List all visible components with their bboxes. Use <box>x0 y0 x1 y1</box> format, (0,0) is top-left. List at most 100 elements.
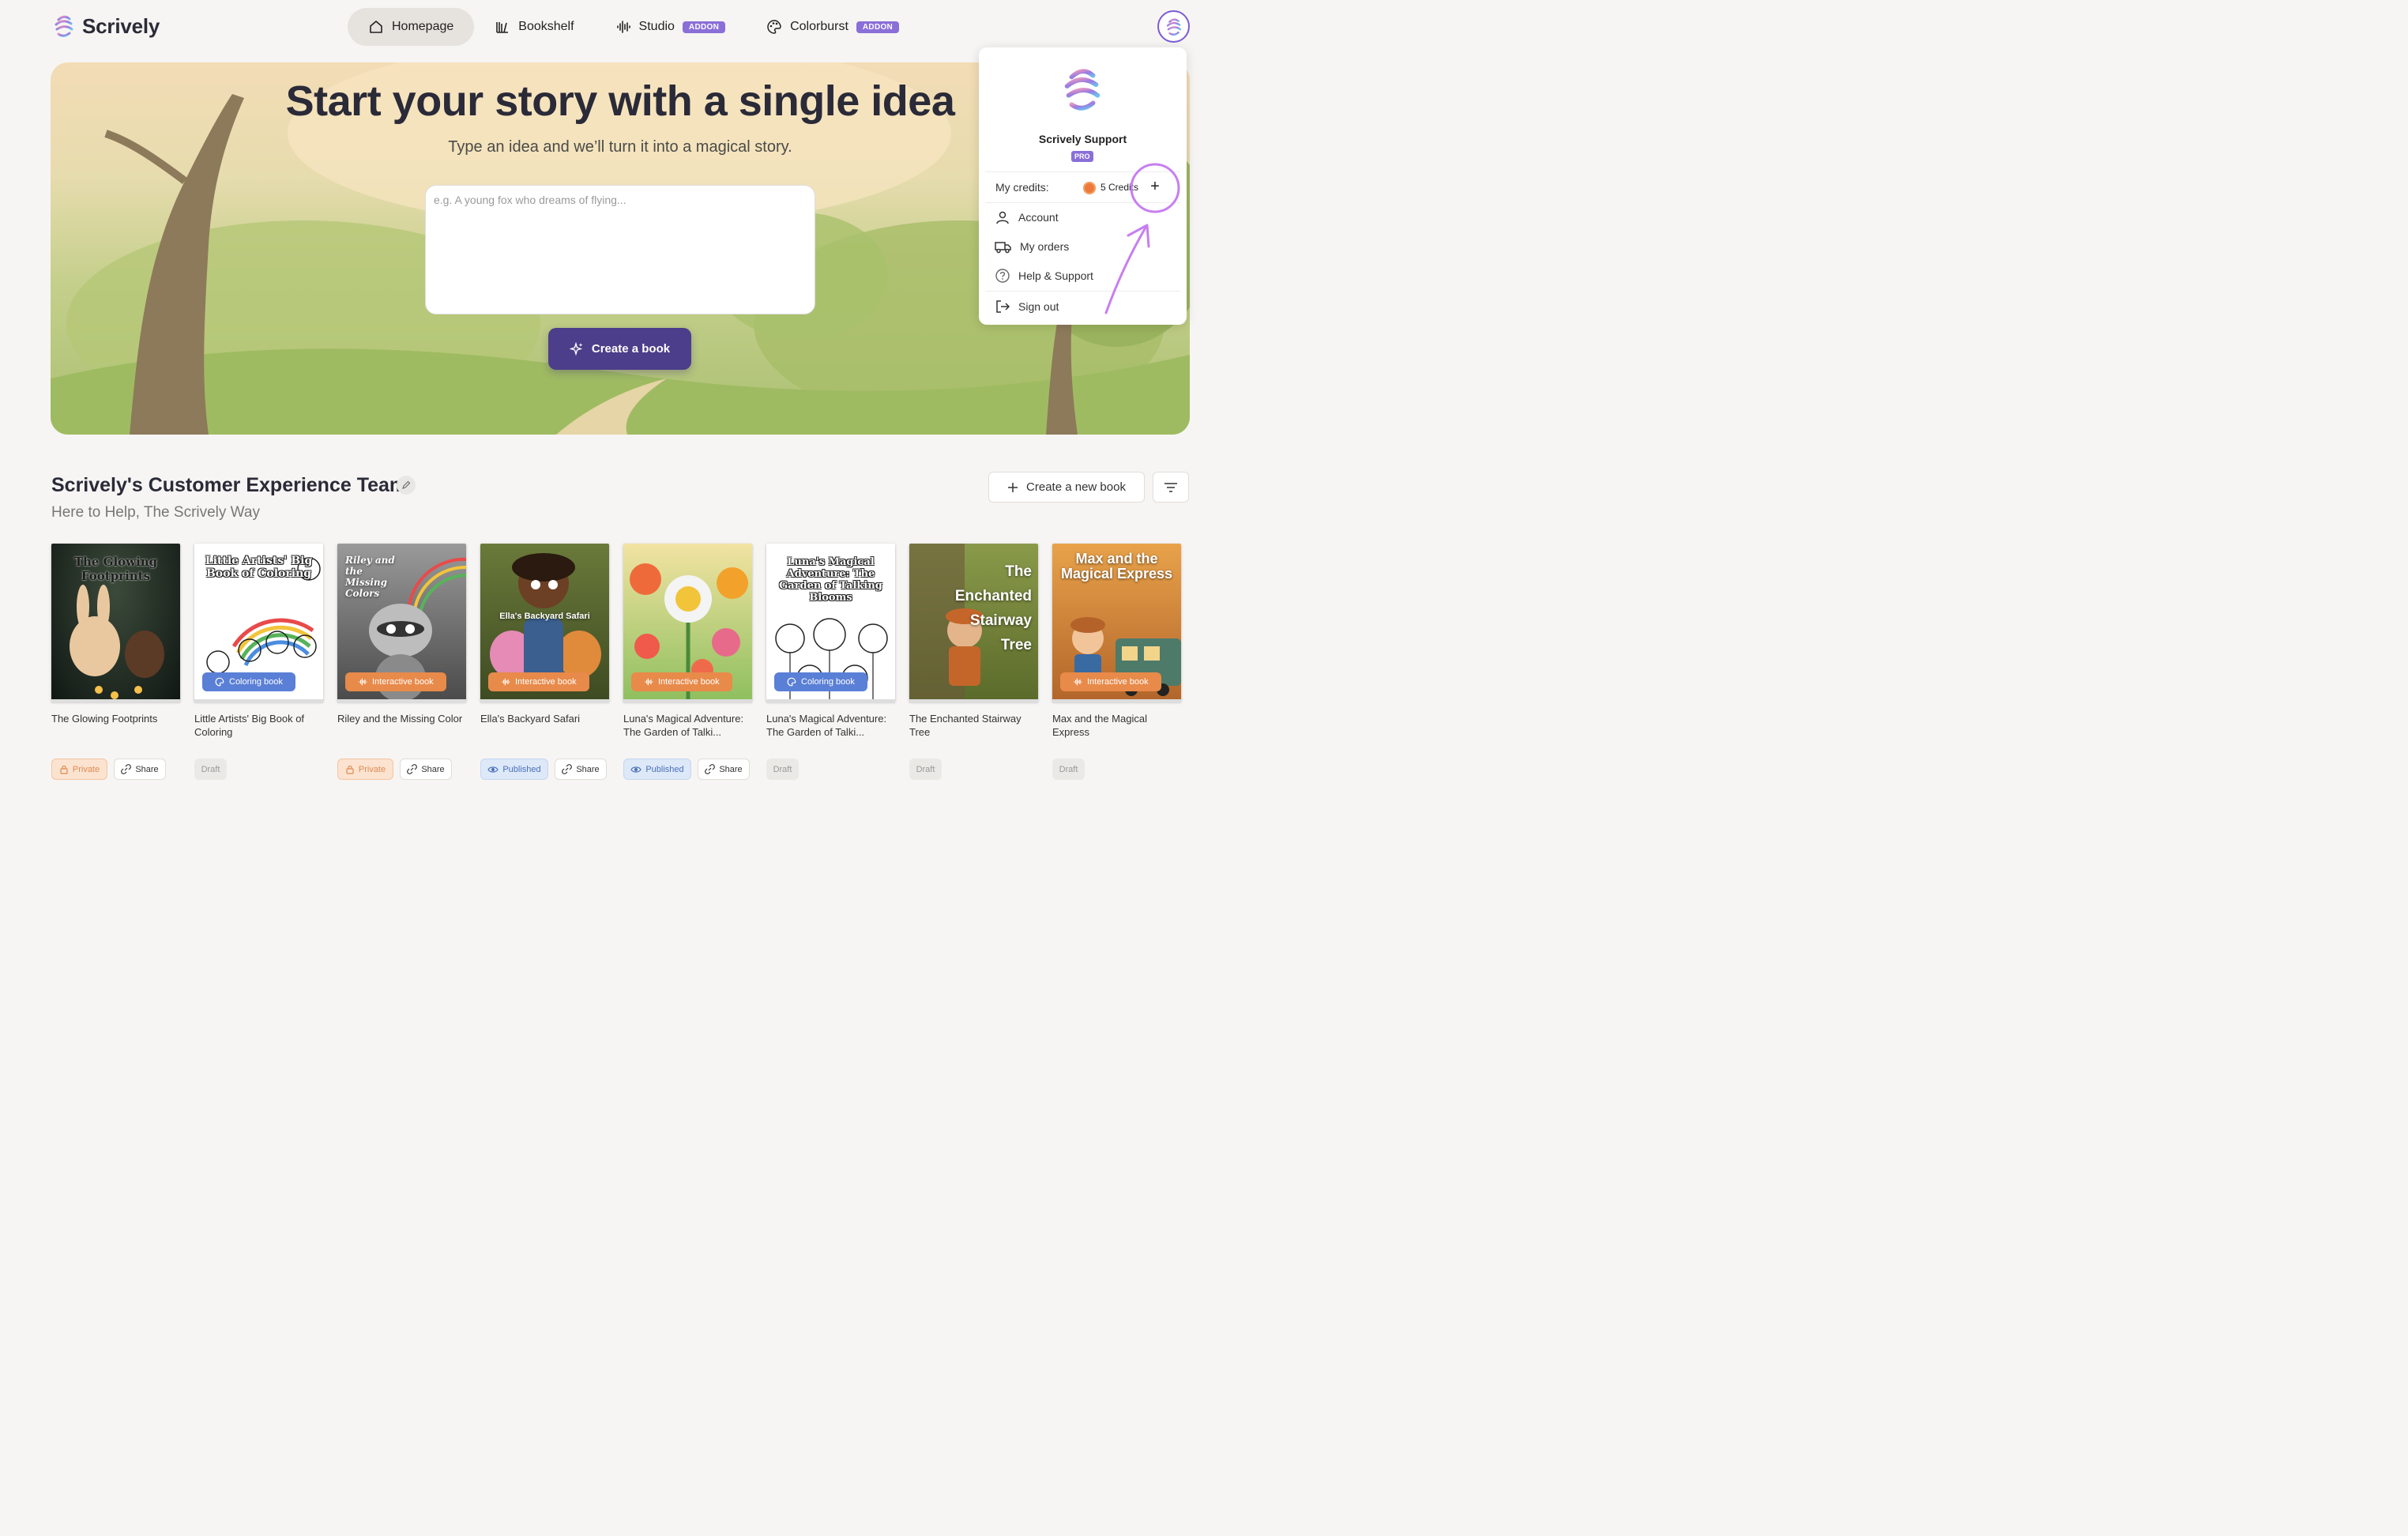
nav-homepage-label: Homepage <box>392 20 454 33</box>
status-label: Draft <box>773 764 792 774</box>
nav-studio-label: Studio <box>638 20 675 33</box>
nav-bookshelf[interactable]: Bookshelf <box>474 8 594 46</box>
credits-row: My credits: 5 Credits + <box>985 171 1180 203</box>
link-icon <box>562 764 573 774</box>
book-type-badge: Coloring book <box>774 672 867 691</box>
link-icon <box>121 764 132 774</box>
filter-button[interactable] <box>1153 472 1189 503</box>
share-button[interactable]: Share <box>400 759 452 780</box>
book-spine <box>51 699 180 703</box>
cover-title: Ella's Backyard Safari <box>499 612 590 621</box>
book-cover[interactable]: Little Artists' Big Book of Coloring Col… <box>194 544 323 702</box>
share-label: Share <box>135 764 159 774</box>
user-icon <box>996 211 1009 224</box>
coin-icon <box>1083 182 1096 194</box>
story-idea-input[interactable] <box>425 185 815 314</box>
link-icon <box>705 764 716 774</box>
status-label: Published <box>645 764 684 774</box>
share-button[interactable]: Share <box>114 759 166 780</box>
status-badge: Draft <box>909 759 942 780</box>
book-spine <box>909 699 1038 703</box>
eye-icon <box>487 766 499 773</box>
menu-divider <box>985 291 1180 292</box>
book-cover[interactable]: Ella's Backyard Safari Interactive book <box>480 544 609 702</box>
menu-item-help[interactable]: Help & Support <box>995 268 1093 284</box>
create-new-book-button[interactable]: Create a new book <box>988 472 1145 503</box>
status-badge: Draft <box>766 759 799 780</box>
book-type-badge: Coloring book <box>202 672 295 691</box>
book-cover[interactable]: Max and the Magical Express Interactive … <box>1052 544 1181 702</box>
menu-item-label: My orders <box>1020 240 1070 253</box>
palette-icon <box>215 677 224 687</box>
menu-item-account[interactable]: Account <box>995 209 1059 225</box>
badge-label: Coloring book <box>801 677 855 687</box>
share-button[interactable]: Share <box>698 759 750 780</box>
share-button[interactable]: Share <box>555 759 607 780</box>
nav-bookshelf-label: Bookshelf <box>518 20 574 33</box>
lock-icon <box>60 765 68 774</box>
plus-icon <box>1008 482 1018 492</box>
share-label: Share <box>576 764 600 774</box>
status-badge[interactable]: Private <box>51 759 107 780</box>
status-badge[interactable]: Published <box>623 759 691 780</box>
lock-icon <box>346 765 354 774</box>
menu-item-label: Sign out <box>1018 300 1059 313</box>
addon-badge: ADDON <box>856 21 900 33</box>
book-cover[interactable]: The Enchanted Stairway Tree <box>909 544 1038 702</box>
logo-icon <box>55 15 73 37</box>
profile-name: Scrively Support <box>1038 133 1127 145</box>
badge-label: Coloring book <box>229 677 283 687</box>
create-book-button[interactable]: Create a book <box>548 328 691 370</box>
badge-label: Interactive book <box>515 677 577 687</box>
logo-icon <box>1064 69 1101 111</box>
book-spine <box>1052 699 1181 703</box>
main-nav: Homepage Bookshelf Studio ADDON Colorbur… <box>348 8 920 46</box>
home-icon <box>370 21 382 33</box>
app-name: Scrively <box>82 13 160 38</box>
status-badge[interactable]: Published <box>480 759 548 780</box>
book-cover[interactable]: Luna's Magical Adventure: The Garden of … <box>766 544 895 702</box>
add-credits-button[interactable]: + <box>1148 179 1162 194</box>
plan-badge: PRO <box>1071 151 1093 162</box>
nav-colorburst[interactable]: Colorburst ADDON <box>746 8 920 46</box>
book-cover[interactable]: Interactive book <box>623 544 752 702</box>
user-avatar[interactable] <box>1157 10 1190 43</box>
book-title: Luna's Magical Adventure: The Garden of … <box>766 713 887 738</box>
palette-icon <box>767 20 781 34</box>
cover-title: Riley and the Missing Colors <box>345 555 395 599</box>
palette-icon <box>787 677 796 687</box>
book-title: Max and the Magical Express <box>1052 713 1147 738</box>
book-title: The Enchanted Stairway Tree <box>909 713 1022 738</box>
book-title: The Glowing Footprints <box>51 713 158 725</box>
credits-value: 5 Credits <box>1101 182 1139 193</box>
book-cover[interactable]: The Glowing Footprints <box>51 544 180 702</box>
truck-icon <box>995 242 1011 254</box>
create-new-book-label: Create a new book <box>1026 480 1126 494</box>
top-bar: Scrively Homepage Bookshelf Studio ADDON… <box>0 0 1239 54</box>
app-logo[interactable]: Scrively <box>52 13 160 39</box>
book-type-badge: Interactive book <box>631 672 732 691</box>
section-title: Scrively's Customer Experience Team <box>51 474 408 496</box>
edit-title-button[interactable] <box>397 476 416 495</box>
book-cover[interactable]: Riley and the Missing Colors Interactive… <box>337 544 466 702</box>
menu-item-sign-out[interactable]: Sign out <box>995 299 1059 314</box>
eye-icon <box>630 766 642 773</box>
book-type-badge: Interactive book <box>345 672 446 691</box>
book-type-badge: Interactive book <box>1060 672 1161 691</box>
logo-icon <box>1166 17 1181 36</box>
nav-homepage[interactable]: Homepage <box>348 8 475 46</box>
book-spine <box>623 699 752 703</box>
book-spine <box>766 699 895 703</box>
status-label: Draft <box>916 764 935 774</box>
nav-studio[interactable]: Studio ADDON <box>595 8 747 46</box>
section-subtitle: Here to Help, The Scrively Way <box>51 504 260 521</box>
status-label: Private <box>72 764 100 774</box>
menu-item-orders[interactable]: My orders <box>995 239 1069 254</box>
nav-colorburst-label: Colorburst <box>790 20 848 33</box>
help-icon <box>995 269 1010 283</box>
book-type-badge: Interactive book <box>488 672 589 691</box>
addon-badge: ADDON <box>682 21 726 33</box>
status-badge[interactable]: Private <box>337 759 393 780</box>
book-title: Ella's Backyard Safari <box>480 713 581 725</box>
book-title: Luna's Magical Adventure: The Garden of … <box>623 713 744 738</box>
